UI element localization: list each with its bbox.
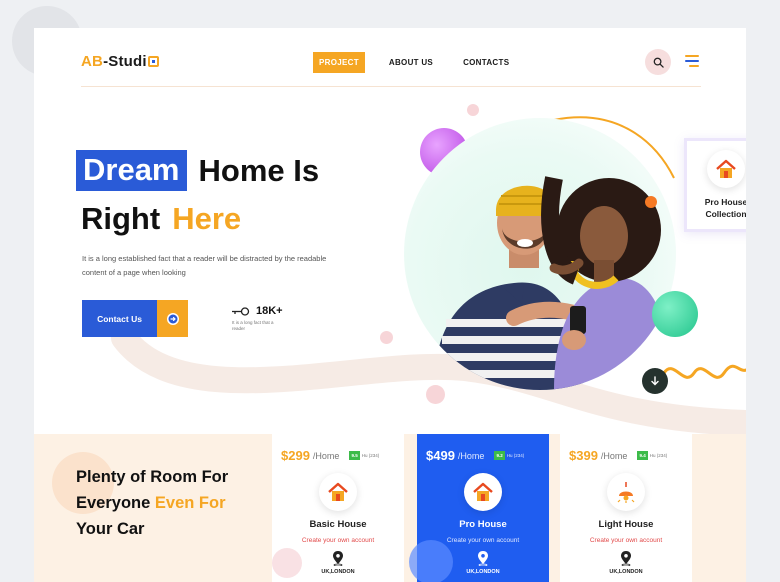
card-name: Light House [598, 519, 654, 530]
stat-caption: It is a long fact that a reader [232, 320, 274, 331]
rating-score: 9.5 [349, 451, 360, 460]
contact-us-label: Contact Us [82, 300, 157, 337]
main-nav: PROJECT ABOUT US CONTACTS [313, 52, 515, 73]
pro-card-title-line1: Pro House [704, 197, 746, 207]
menu-line [685, 60, 699, 62]
rating-badge: 9.4 Hu (234) [637, 451, 667, 460]
pink-circle [272, 548, 302, 578]
pink-dot [426, 385, 445, 404]
pink-dot [467, 104, 479, 116]
green-sphere [652, 291, 698, 337]
card-price: $399 [569, 448, 598, 463]
menu-line [685, 55, 699, 57]
header-divider [81, 86, 701, 87]
section-title-line3: Your Car [76, 520, 145, 538]
card-subtitle: Create your own account [589, 537, 663, 544]
contact-us-button[interactable]: Contact Us [82, 300, 188, 337]
brand-logo[interactable]: AB-Studi [81, 53, 159, 70]
hero-title-highlight: Dream [76, 149, 187, 191]
brand-name: -Studi [103, 53, 147, 70]
rating-score: 9.2 [494, 451, 505, 460]
key-icon [232, 306, 250, 316]
card-price: $299 [281, 448, 310, 463]
arrow-down-icon [651, 376, 659, 386]
house-icon [464, 473, 502, 511]
hero-title-rest: Home Is [198, 152, 320, 188]
stat-block: 18K+ It is a long fact that a reader [232, 305, 283, 332]
menu-line [689, 65, 699, 67]
card-name: Pro House [459, 519, 507, 530]
couple-illustration [434, 176, 672, 390]
scroll-down-button[interactable] [642, 368, 668, 394]
nav-about-us[interactable]: ABOUT US [383, 52, 439, 73]
pink-dot [380, 331, 393, 344]
rating-reviews: Hu (234) [649, 453, 668, 458]
nav-contacts[interactable]: CONTACTS [457, 52, 515, 73]
pricing-card-light[interactable]: $399 /Home 9.4 Hu (234) Light House Creat… [560, 434, 692, 582]
house-icon [707, 150, 745, 188]
rating-score: 9.4 [637, 451, 648, 460]
arrow-right-circle-icon [157, 300, 188, 337]
search-button[interactable] [645, 49, 671, 75]
section-title-accent: Even For [154, 494, 226, 512]
brand-prefix: AB [81, 53, 104, 70]
house-icon [319, 473, 357, 511]
location-pin-icon [560, 550, 692, 566]
card-unit: /Home [600, 450, 628, 461]
hero-description: It is a long established fact that a rea… [82, 254, 327, 277]
card-subtitle: Create your own account [301, 537, 375, 544]
stat-value: 18K+ [256, 305, 283, 317]
pro-house-collection-card[interactable]: Pro House Collection [684, 138, 746, 232]
section-title-line1: Plenty of Room For [76, 468, 229, 486]
hero-photo [404, 118, 676, 390]
section-title: Plenty of Room For Everyone Even For You… [76, 464, 228, 542]
logo-mark-icon [147, 56, 159, 67]
card-name: Basic House [309, 519, 367, 530]
hero-title: Dream Home Is Right Here [76, 148, 319, 240]
card-unit: /Home [312, 450, 340, 461]
orange-dot [645, 196, 657, 208]
rating-reviews: Hu (234) [506, 453, 525, 458]
pro-card-title-line2: Collection [705, 209, 746, 219]
search-icon [653, 57, 664, 68]
hero-title-line2: Right [81, 200, 161, 236]
section-title-line2: Everyone Even For [76, 490, 228, 516]
lamp-icon [607, 473, 645, 511]
nav-project[interactable]: PROJECT [313, 52, 365, 73]
rating-badge: 9.5 Hu (234) [349, 451, 379, 460]
rating-badge: 9.2 Hu (234) [494, 451, 524, 460]
hero-title-accent: Here [172, 200, 242, 236]
card-unit: /Home [457, 450, 485, 461]
menu-icon[interactable] [685, 55, 699, 67]
rating-reviews: Hu (234) [361, 453, 380, 458]
pro-card-title: Pro House Collection [705, 196, 746, 220]
blue-circle [409, 540, 453, 582]
section-title-start: Everyone [76, 494, 151, 512]
card-price: $499 [426, 448, 455, 463]
landing-page: AB-Studi PROJECT ABOUT US CONTACTS Dream… [34, 28, 746, 582]
card-location: UK,LONDON [609, 569, 643, 575]
